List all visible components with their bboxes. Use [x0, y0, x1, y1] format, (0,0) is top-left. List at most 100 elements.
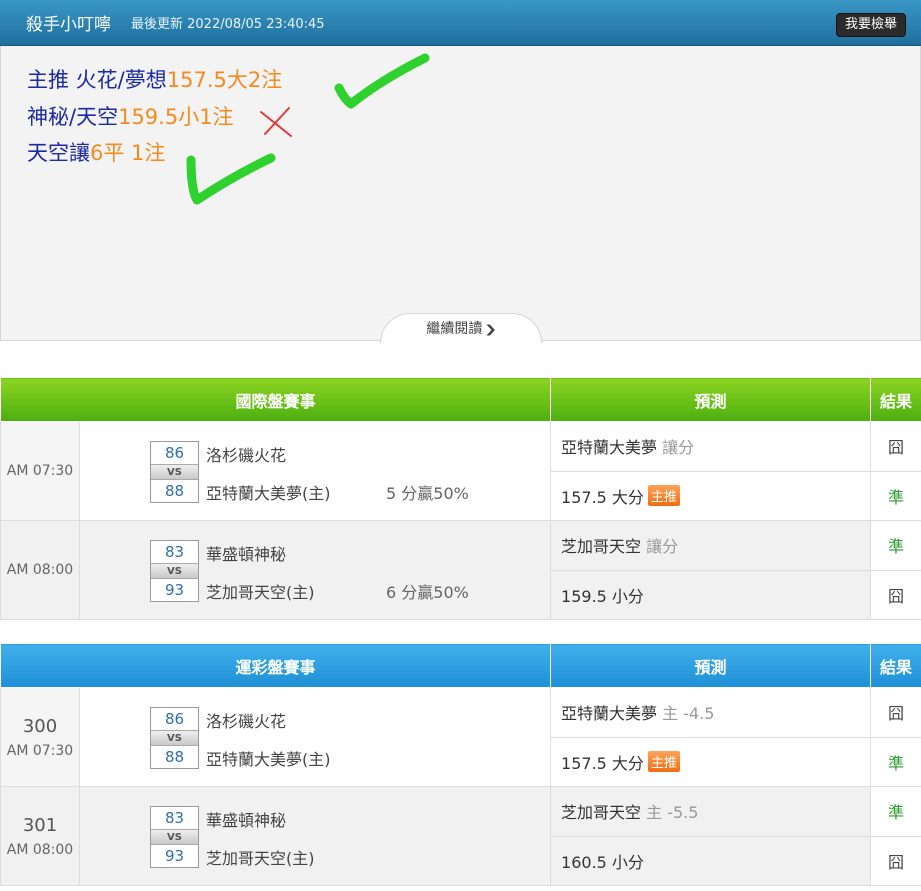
table-row: AM 07:30 86 VS 88 洛杉磯火花 亞特蘭大美夢(主) 5 分贏50… [0, 421, 921, 521]
home-team[interactable]: 芝加哥天空(主) [206, 845, 315, 869]
table-row: 300 AM 07:30 86 VS 88 洛杉磯火花 亞特蘭大美夢(主) 亞特… [0, 687, 921, 787]
score-box: 86 VS 88 [150, 707, 199, 769]
game-time: AM 08:00 [6, 562, 74, 578]
vs-label: VS [151, 464, 198, 480]
table-header: 國際盤賽事 預測 結果 [0, 377, 921, 422]
cross-mark-icon [260, 107, 292, 137]
prediction-team: 157.5 大分 [561, 753, 644, 773]
score-box: 86 VS 88 [150, 441, 199, 503]
away-score: 86 [164, 710, 185, 728]
author-name[interactable]: 殺手小叮嚀 [26, 10, 111, 35]
pick-prefix: 神秘/天空 [27, 105, 119, 129]
score-box: 83 VS 93 [150, 806, 199, 868]
spread-rate: 6 分贏50% [386, 583, 469, 602]
prediction-cell: 157.5 大分 主推 [550, 736, 872, 787]
prediction-cell: 亞特蘭大美夢 主 -4.5 [550, 687, 872, 738]
prediction-note: 讓分 [646, 537, 679, 557]
result-cell: 囧 [870, 687, 921, 738]
article-panel: 主推 火花/夢想157.5大2注 神秘/天空159.5小1注 天空讓6平 1注 [0, 46, 921, 341]
main-pick-badge: 主推 [647, 484, 680, 506]
table-header: 運彩盤賽事 預測 結果 [0, 643, 921, 688]
game-time: AM 07:30 [6, 463, 74, 479]
prediction-header: 預測 [550, 377, 872, 422]
away-score: 86 [164, 444, 185, 462]
prediction-team: 亞特蘭大美夢 [561, 704, 658, 724]
home-team[interactable]: 亞特蘭大美夢(主) [206, 480, 331, 504]
vs-label: VS [151, 829, 198, 845]
pick-prefix: 主推 火花/夢想 [27, 68, 167, 92]
prediction-team: 亞特蘭大美夢 [561, 438, 658, 458]
prediction-note: 讓分 [662, 438, 695, 458]
match-cell: 83 VS 93 華盛頓神秘 芝加哥天空(主) [78, 786, 552, 886]
home-team[interactable]: 亞特蘭大美夢(主) [206, 746, 331, 770]
result-header: 結果 [870, 377, 921, 422]
pick-line: 天空讓6平 1注 [27, 137, 165, 167]
pick-line: 主推 火花/夢想157.5大2注 [27, 64, 282, 94]
read-more-label: 繼續閱讀 [426, 321, 483, 337]
home-score: 93 [164, 847, 185, 865]
pick-value: 157.5大2注 [166, 68, 283, 92]
pick-value: 6平 1注 [90, 141, 166, 165]
odds-table-international: 國際盤賽事 預測 結果 AM 07:30 86 VS 88 洛杉磯火花 亞特蘭大… [0, 377, 921, 620]
result-header: 結果 [870, 643, 921, 688]
game-time: AM 08:00 [6, 841, 74, 858]
match-cell: 86 VS 88 洛杉磯火花 亞特蘭大美夢(主) 5 分贏50% [78, 421, 552, 521]
prediction-team: 160.5 小分 [561, 852, 644, 872]
table-title: 國際盤賽事 [0, 377, 552, 422]
result-cell: 囧 [870, 835, 921, 886]
result-cell: 囧 [870, 569, 921, 620]
chevron-down-icon: ❯ [484, 323, 498, 336]
game-time-cell: 301 AM 08:00 [0, 786, 80, 886]
table-row: AM 08:00 83 VS 93 華盛頓神秘 芝加哥天空(主) 6 分贏50%… [0, 520, 921, 620]
odds-table-sports-lottery: 運彩盤賽事 預測 結果 300 AM 07:30 86 VS 88 洛杉磯火花 … [0, 643, 921, 886]
away-team[interactable]: 洛杉磯火花 [206, 708, 286, 732]
game-number: 301 [22, 814, 58, 836]
vs-label: VS [151, 563, 198, 579]
spread-rate: 5 分贏50% [386, 484, 469, 503]
home-score: 93 [164, 581, 185, 599]
prediction-team: 芝加哥天空 [561, 537, 642, 557]
last-updated: 最後更新 2022/08/05 23:40:45 [131, 17, 325, 32]
away-score: 83 [164, 543, 185, 561]
prediction-team: 芝加哥天空 [561, 803, 642, 823]
report-button[interactable]: 我要檢舉 [835, 13, 906, 37]
prediction-cell: 芝加哥天空 讓分 [550, 520, 872, 571]
result-cell: 囧 [870, 421, 921, 472]
prediction-cell: 157.5 大分 主推 [550, 470, 872, 521]
pick-value: 159.5小1注 [118, 105, 234, 129]
check-mark-icon [186, 153, 276, 205]
game-time-cell: AM 08:00 [0, 520, 80, 620]
table-title: 運彩盤賽事 [0, 643, 552, 688]
pick-line: 神秘/天空159.5小1注 [27, 101, 234, 131]
prediction-cell: 芝加哥天空 主 -5.5 [550, 786, 872, 837]
main-pick-badge: 主推 [647, 750, 680, 772]
prediction-team: 157.5 大分 [561, 487, 644, 507]
table-row: 301 AM 08:00 83 VS 93 華盛頓神秘 芝加哥天空(主) 芝加哥… [0, 786, 921, 886]
prediction-cell: 160.5 小分 [550, 835, 872, 886]
score-box: 83 VS 93 [150, 540, 199, 602]
prediction-cell: 159.5 小分 [550, 569, 872, 620]
read-more-button[interactable]: 繼續閱讀 ❯ [380, 313, 542, 343]
prediction-cell: 亞特蘭大美夢 讓分 [550, 421, 872, 472]
away-team[interactable]: 華盛頓神秘 [206, 541, 286, 565]
match-cell: 83 VS 93 華盛頓神秘 芝加哥天空(主) 6 分贏50% [78, 520, 552, 620]
match-cell: 86 VS 88 洛杉磯火花 亞特蘭大美夢(主) [78, 687, 552, 787]
away-score: 83 [164, 809, 185, 827]
game-number: 300 [22, 715, 58, 737]
prediction-note: 主 -5.5 [646, 803, 699, 823]
prediction-header: 預測 [550, 643, 872, 688]
prediction-team: 159.5 小分 [561, 586, 644, 606]
game-time: AM 07:30 [6, 742, 74, 759]
result-cell: 準 [870, 736, 921, 787]
game-time-cell: AM 07:30 [0, 421, 80, 521]
pick-prefix: 天空讓 [27, 141, 90, 165]
result-cell: 準 [870, 470, 921, 521]
game-time-cell: 300 AM 07:30 [0, 687, 80, 787]
result-cell: 準 [870, 520, 921, 571]
vs-label: VS [151, 730, 198, 746]
away-team[interactable]: 洛杉磯火花 [206, 442, 286, 466]
away-team[interactable]: 華盛頓神秘 [206, 807, 286, 831]
home-team[interactable]: 芝加哥天空(主) [206, 579, 315, 603]
prediction-note: 主 -4.5 [662, 704, 715, 724]
result-cell: 準 [870, 786, 921, 837]
